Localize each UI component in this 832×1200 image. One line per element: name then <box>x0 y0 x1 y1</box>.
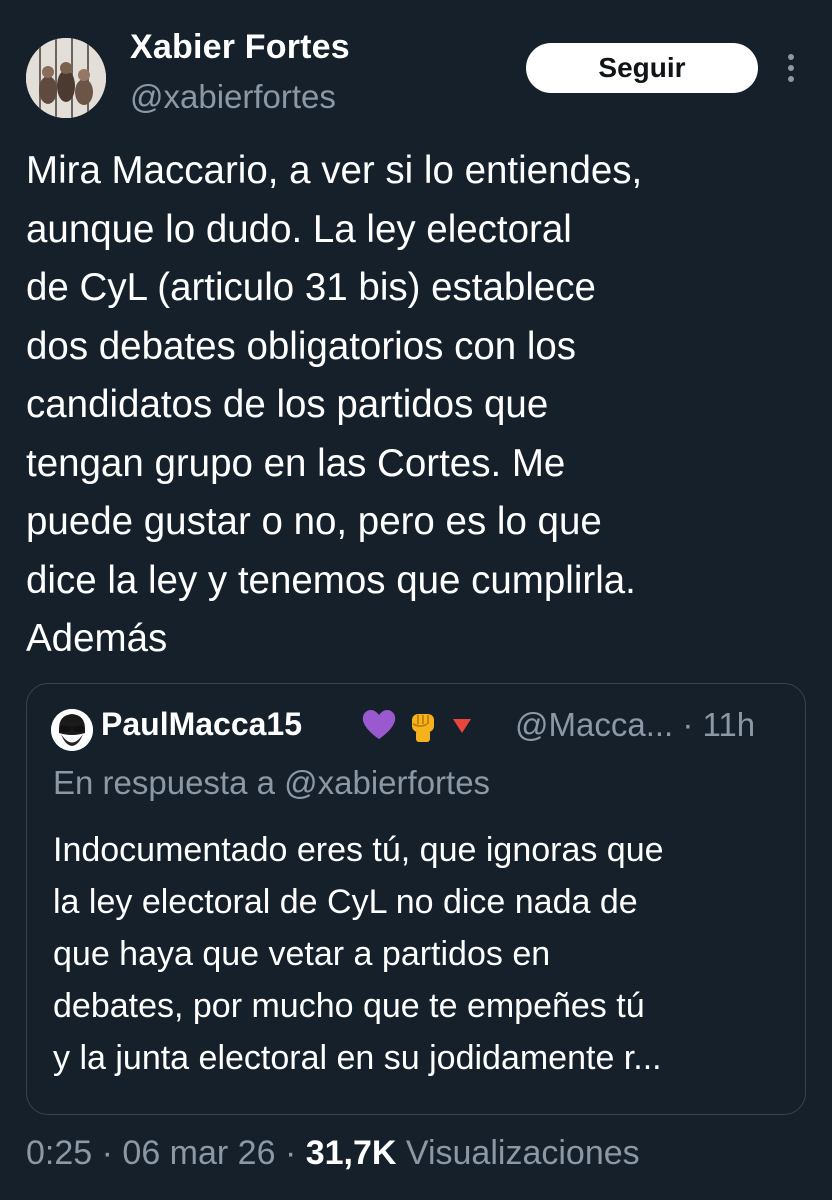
footer-separator: · <box>92 1134 123 1172</box>
raised-fist-icon <box>412 714 434 742</box>
tweet-date[interactable]: 06 mar 26 <box>122 1134 275 1172</box>
red-triangle-icon <box>453 719 471 733</box>
author-handle[interactable]: @xabierfortes <box>130 78 336 116</box>
reply-to-label: En respuesta a @xabierfortes <box>53 764 491 801</box>
author-avatar[interactable] <box>26 38 106 118</box>
tweet-view: Xabier Fortes @xabierfortes Seguir Mira … <box>0 0 832 1200</box>
views-count[interactable]: 31,7K <box>306 1134 397 1172</box>
purple-heart-icon <box>362 710 396 739</box>
footer-separator: · <box>275 1134 306 1172</box>
quoted-author-avatar <box>51 709 93 751</box>
views-label[interactable]: Visualizaciones <box>406 1134 640 1172</box>
author-name[interactable]: Xabier Fortes <box>130 28 350 67</box>
tweet-time[interactable]: 0:25 <box>26 1134 92 1172</box>
tweet-text: Mira Maccario, a ver si lo entiendes, au… <box>26 149 643 660</box>
tweet-footer: 0:25 · 06 mar 26 · 31,7K Visualizaciones <box>26 1134 640 1173</box>
quoted-author-name: PaulMacca15 <box>101 706 303 742</box>
quoted-tweet[interactable]: PaulMacca15 @Macca... · 11h En respuesta… <box>26 683 806 1115</box>
follow-button[interactable]: Seguir <box>526 43 758 93</box>
quoted-author-emojis <box>359 704 477 744</box>
quoted-tweet-text: Indocumentado eres tú, que ignoras que l… <box>53 831 664 1077</box>
more-options-icon[interactable] <box>778 50 804 86</box>
quoted-handle-time: @Macca... · 11h <box>515 706 756 743</box>
bearded-man-icon <box>51 709 93 751</box>
avatar-photo-icon <box>26 38 106 118</box>
